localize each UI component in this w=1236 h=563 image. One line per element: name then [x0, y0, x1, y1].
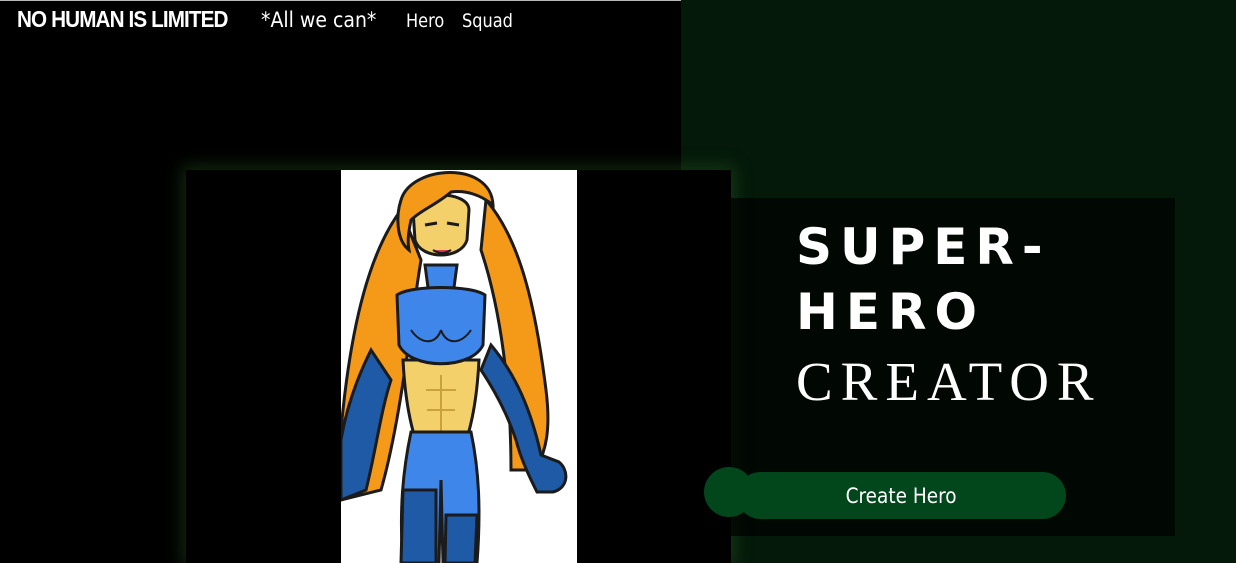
nav-link-hero[interactable]: Hero — [406, 10, 447, 32]
title-line-hero: HERO — [796, 283, 986, 341]
nav-link-squad[interactable]: Squad — [462, 10, 513, 32]
brand-tagline: *All we can* — [261, 8, 377, 32]
title-line-creator: CREATOR — [796, 351, 1102, 412]
title-line-super: SUPER- — [796, 218, 1051, 276]
hero-image — [341, 170, 577, 563]
create-hero-button[interactable]: Create Hero — [737, 472, 1066, 519]
superhero-illustration — [341, 171, 568, 563]
create-hero-button-label: Create Hero — [845, 483, 958, 508]
brand-logo-text[interactable]: NO HUMAN IS LIMITED — [17, 6, 228, 33]
top-navbar: NO HUMAN IS LIMITED *All we can* Hero Sq… — [17, 6, 522, 40]
